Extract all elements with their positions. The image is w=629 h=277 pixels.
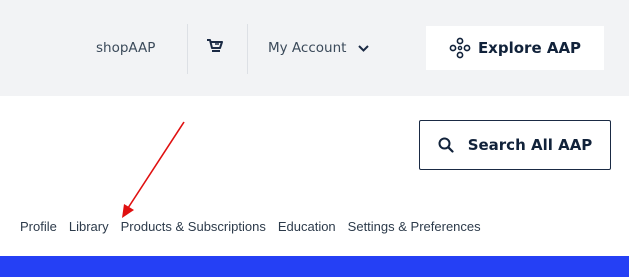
chevron-down-icon [358, 44, 370, 52]
subnav-item-settings-preferences[interactable]: Settings & Preferences [348, 219, 481, 234]
explore-aap-button[interactable]: Explore AAP [426, 26, 604, 70]
subnav-item-products-subscriptions[interactable]: Products & Subscriptions [121, 219, 266, 234]
subnav-item-library[interactable]: Library [69, 219, 109, 234]
page: shopAAP My Account Explore AAP Search Al… [0, 0, 629, 277]
explore-aap-label: Explore AAP [477, 39, 582, 57]
my-account-menu[interactable]: My Account [268, 26, 370, 70]
hero-banner [0, 256, 629, 277]
search-all-aap-label: Search All AAP [467, 136, 593, 154]
search-all-aap-button[interactable]: Search All AAP [419, 120, 611, 170]
divider [187, 24, 188, 74]
cart-button[interactable] [200, 28, 230, 68]
account-subnav: Profile Library Products & Subscriptions… [20, 219, 481, 234]
shopaap-label: shopAAP [96, 40, 156, 56]
shopaap-link[interactable]: shopAAP [96, 26, 155, 70]
search-icon [438, 137, 454, 153]
subnav-item-profile[interactable]: Profile [20, 219, 57, 234]
subnav-item-education[interactable]: Education [278, 219, 336, 234]
my-account-label: My Account [268, 40, 347, 56]
divider [247, 24, 248, 74]
network-icon [449, 37, 471, 59]
cart-icon [206, 38, 224, 58]
